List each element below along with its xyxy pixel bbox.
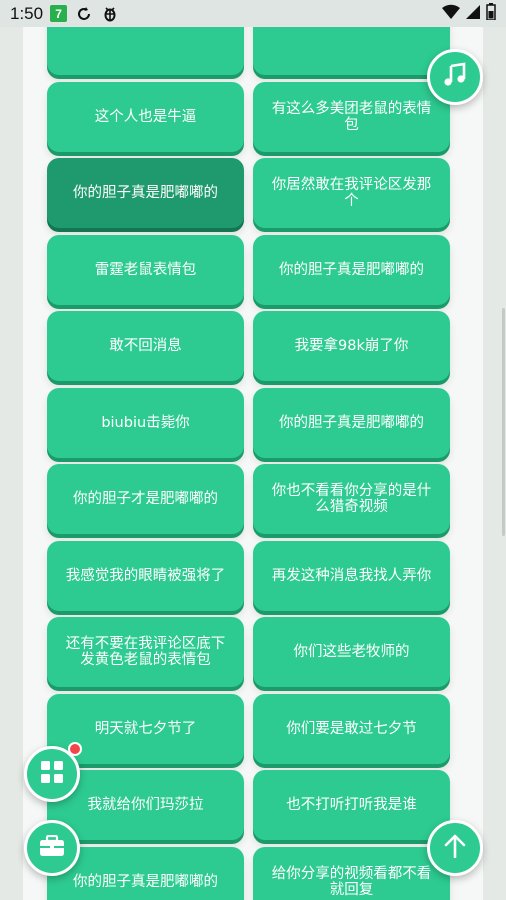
phrase-card[interactable]: 你们要是敢过七夕节 [253, 693, 450, 764]
phrase-card[interactable]: 给你分享的视频看都不看就回复 [253, 846, 450, 900]
wifi-icon [442, 4, 460, 24]
phrase-card-label: 你居然敢在我评论区发那个 [271, 177, 432, 209]
scroll-to-top-button[interactable] [427, 820, 483, 876]
phrase-card[interactable]: 你的胆子才是肥嘟嘟的 [47, 464, 244, 534]
phrase-card-label: 我感觉我的眼睛被强将了 [65, 567, 226, 584]
battery-icon [486, 3, 496, 24]
phrase-card[interactable]: 你们这些老牧师的 [253, 617, 450, 687]
toolbox-icon [39, 834, 65, 861]
phrase-card[interactable]: 你的胆子真是肥嘟嘟的 [253, 234, 450, 305]
phrase-card-label: 有这么多美团老鼠的表情包 [271, 100, 432, 133]
phrase-card-label: 你的胆子才是肥嘟嘟的 [73, 491, 218, 507]
phrase-card-label: 也不打听打听我是谁 [286, 797, 417, 813]
phrase-card-label: 你的胆子真是肥嘟嘟的 [279, 261, 424, 278]
phrase-card[interactable]: 你的胆子真是肥嘟嘟的 [47, 158, 244, 228]
phrase-card-label: 还有不要在我评论区底下发黄色老鼠的表情包 [65, 636, 226, 668]
arrow-up-icon [444, 834, 466, 862]
phrase-card[interactable]: 你居然敢在我评论区发那个 [253, 158, 450, 228]
phrase-card-label: 你的胆子真是肥嘟嘟的 [279, 414, 424, 431]
phrase-card[interactable]: 你也不看看你分享的是什么猎奇视频 [253, 464, 450, 534]
grid-icon [41, 761, 63, 787]
phrase-card-label: 雷霆老鼠表情包 [94, 261, 197, 278]
phrase-card[interactable] [47, 27, 244, 75]
phrase-card-label: 再发这种消息我找人弄你 [271, 567, 432, 584]
phrase-card[interactable]: 我要拿98k崩了你 [253, 311, 450, 381]
phrase-card[interactable]: 你的胆子真是肥嘟嘟的 [253, 387, 450, 458]
phrase-card-label: 你也不看看你分享的是什么猎奇视频 [271, 483, 432, 515]
phrase-card-label: 我就给你们玛莎拉 [87, 797, 204, 813]
phrase-card-label: 你们这些老牧师的 [293, 644, 410, 660]
toolbox-button[interactable] [24, 820, 80, 876]
music-note-icon [442, 62, 468, 92]
phrase-card-label: 敢不回消息 [109, 338, 182, 354]
phrase-card[interactable]: 雷霆老鼠表情包 [47, 234, 244, 305]
signal-icon [466, 4, 480, 24]
phrase-card[interactable] [253, 27, 450, 75]
phrase-card[interactable]: 这个人也是牛逼 [47, 81, 244, 152]
phrase-card[interactable]: 我感觉我的眼睛被强将了 [47, 540, 244, 611]
phrase-card[interactable]: 有这么多美团老鼠的表情包 [253, 81, 450, 152]
status-time: 1:50 [10, 3, 44, 23]
phrase-card-label: 你的胆子真是肥嘟嘟的 [73, 873, 218, 890]
phrase-card-label: 我要拿98k崩了你 [294, 338, 409, 354]
status-bar: 1:50 7 [0, 0, 506, 27]
phrase-card[interactable]: 敢不回消息 [47, 311, 244, 381]
scrollbar[interactable] [502, 308, 505, 536]
phrase-card[interactable]: biubiu击毙你 [47, 387, 244, 458]
music-button[interactable] [427, 49, 483, 105]
phrase-card-label: 这个人也是牛逼 [94, 108, 197, 125]
phrase-card[interactable]: 再发这种消息我找人弄你 [253, 540, 450, 611]
phrase-card-label: 你们要是敢过七夕节 [286, 720, 417, 737]
notification-badge: 7 [50, 5, 68, 22]
phrase-card-label: 你的胆子真是肥嘟嘟的 [73, 185, 218, 201]
phrase-card[interactable]: 也不打听打听我是谁 [253, 770, 450, 840]
phrase-card-label: biubiu击毙你 [101, 414, 190, 431]
sync-icon [75, 5, 93, 23]
bug-icon [101, 5, 119, 23]
phrase-card-label: 给你分享的视频看都不看就回复 [271, 865, 432, 898]
phrase-card-label: 明天就七夕节了 [94, 720, 197, 737]
phrase-card[interactable]: 还有不要在我评论区底下发黄色老鼠的表情包 [47, 617, 244, 687]
phrase-list[interactable]: 这个人也是牛逼 有这么多美团老鼠的表情包你的胆子真是肥嘟嘟的 你居然敢在我评论区发那… [23, 27, 483, 900]
notification-dot [68, 742, 82, 756]
